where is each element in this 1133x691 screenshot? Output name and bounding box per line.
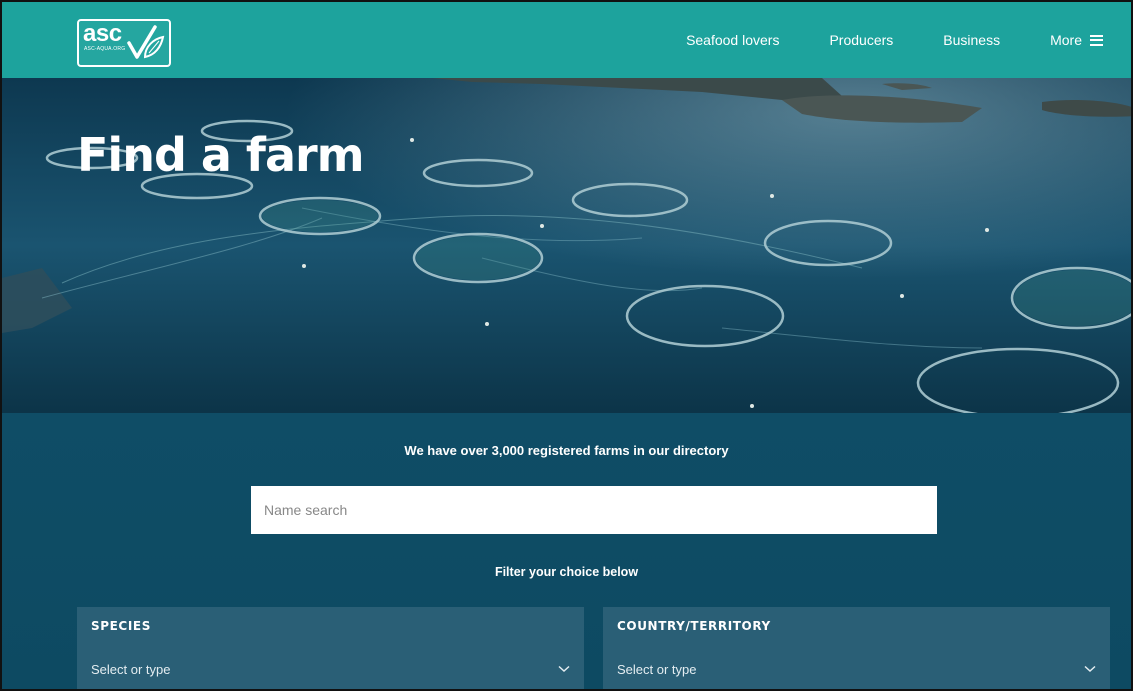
species-filter: SPECIES Select or type: [77, 607, 584, 689]
logo-text: asc: [83, 20, 122, 47]
species-filter-title: SPECIES: [91, 619, 151, 633]
menu-icon: [1090, 34, 1103, 46]
hero-banner: Find a farm: [2, 78, 1131, 413]
nav-producers[interactable]: Producers: [829, 32, 893, 48]
country-select-placeholder: Select or type: [617, 661, 697, 677]
species-select[interactable]: Select or type: [77, 651, 584, 687]
nav-business[interactable]: Business: [943, 32, 1000, 48]
page: asc ASC-AQUA.ORG Seafood lovers Producer…: [0, 0, 1133, 691]
filter-instruction: Filter your choice below: [494, 565, 639, 579]
chevron-down-icon: [558, 665, 570, 673]
main-navigation: Seafood lovers Producers Business More: [636, 2, 1103, 78]
nav-more-label: More: [1050, 32, 1082, 48]
farm-search-section: We have over 3,000 registered farms in o…: [2, 413, 1131, 689]
nav-more-button[interactable]: More: [1050, 32, 1103, 48]
chevron-down-icon: [1084, 665, 1096, 673]
nav-seafood-lovers[interactable]: Seafood lovers: [686, 32, 779, 48]
asc-logo[interactable]: asc ASC-AQUA.ORG: [77, 19, 171, 67]
logo-subtext: ASC-AQUA.ORG: [84, 46, 126, 52]
asc-logo-icon: [127, 25, 165, 59]
country-filter-title: COUNTRY/TERRITORY: [617, 619, 771, 633]
species-select-placeholder: Select or type: [91, 661, 171, 677]
top-navigation-bar: asc ASC-AQUA.ORG Seafood lovers Producer…: [2, 2, 1131, 78]
directory-tagline: We have over 3,000 registered farms in o…: [404, 443, 729, 458]
page-title: Find a farm: [77, 128, 365, 182]
country-territory-filter: COUNTRY/TERRITORY Select or type: [603, 607, 1110, 689]
country-select[interactable]: Select or type: [603, 651, 1110, 687]
name-search-input[interactable]: [251, 486, 937, 534]
